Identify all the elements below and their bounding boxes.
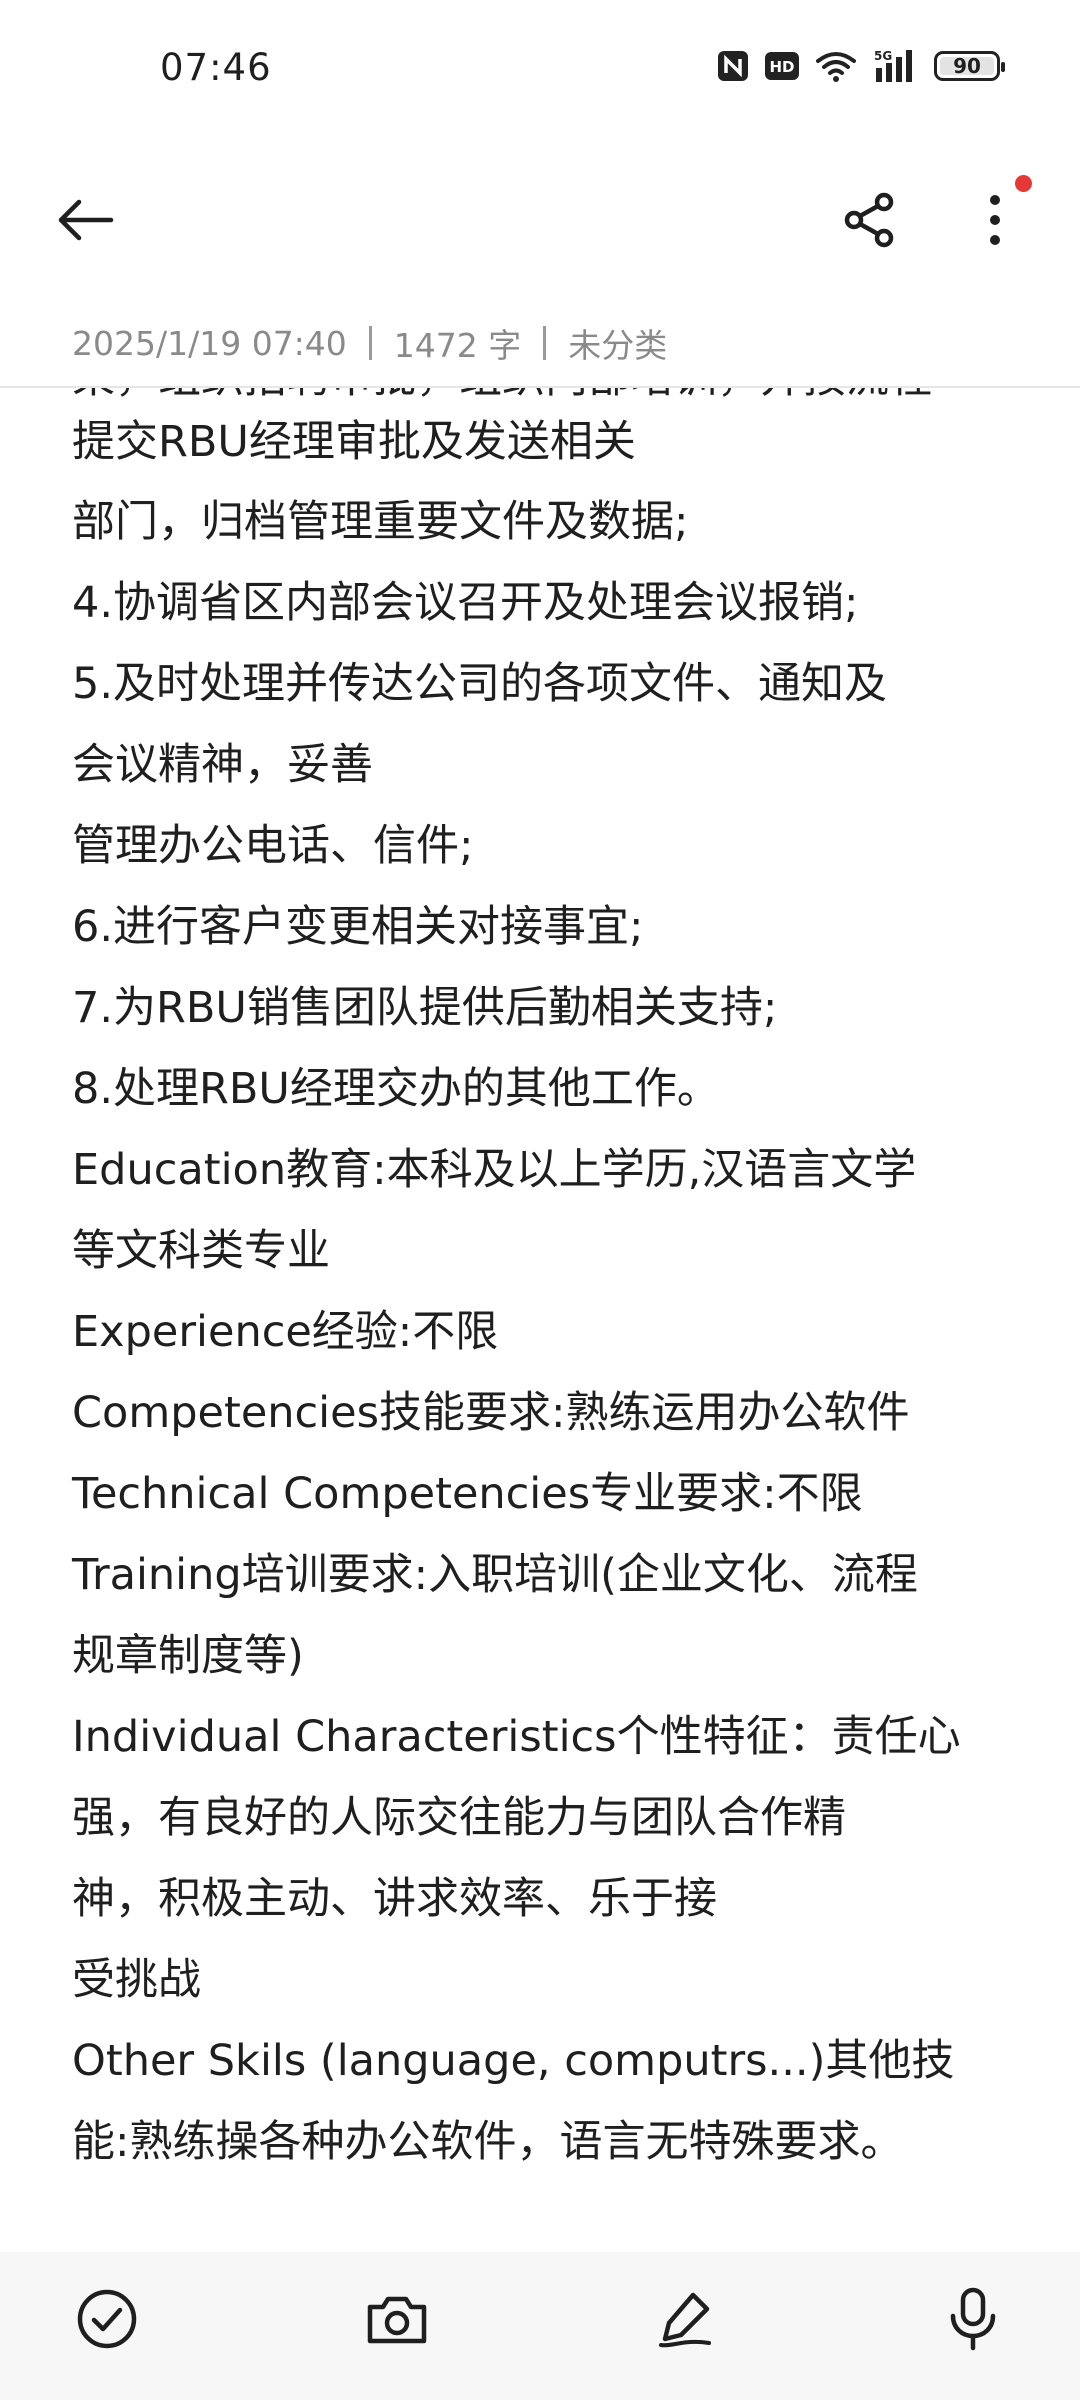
note-meta: 2025/1/19 07:40 1472 字 未分类	[72, 318, 667, 368]
note-line: 等文科类专业	[72, 1226, 330, 1276]
note-line: 能:熟练操各种办公软件，语言无特殊要求。	[72, 2117, 904, 2167]
pen-icon	[659, 2292, 711, 2348]
arrow-left-icon	[58, 199, 114, 241]
back-button[interactable]	[40, 175, 130, 265]
note-date: 2025/1/19 07:40	[72, 323, 347, 363]
battery-level-text: 90	[953, 54, 981, 78]
camera-button[interactable]	[342, 2264, 452, 2374]
hd-icon: HD	[764, 51, 800, 81]
status-icons: HD 5G 90	[716, 48, 1005, 84]
note-line: 管理办公电话、信件;	[72, 821, 474, 871]
note-line: 强，有良好的人际交往能力与团队合作精	[72, 1793, 846, 1843]
notification-dot	[1015, 175, 1032, 192]
note-line: 束，组织招聘审批，组织内部培训，并按流程	[72, 388, 932, 408]
note-body[interactable]: 束，组织招聘审批，组织内部培训，并按流程 提交RBU经理审批及发送相关 部门，归…	[0, 388, 1080, 2250]
meta-separator	[543, 326, 547, 360]
note-line: Training培训要求:入职培训(企业文化、流程	[72, 1550, 918, 1600]
bottom-action-bar	[0, 2252, 1080, 2400]
wifi-icon	[814, 49, 858, 83]
note-line: Competencies技能要求:熟练运用办公软件	[72, 1388, 910, 1438]
note-line: Other Skils (language, computrs...)其他技	[72, 2036, 955, 2086]
note-line: 8.处理RBU经理交办的其他工作。	[72, 1064, 720, 1114]
status-bar: 07:46 HD 5G 90	[0, 0, 1080, 140]
note-line: Individual Characteristics个性特征：责任心	[72, 1712, 961, 1762]
note-category[interactable]: 未分类	[568, 319, 667, 367]
battery-icon: 90	[934, 51, 1005, 81]
note-line: 神，积极主动、讲求效率、乐于接	[72, 1874, 717, 1924]
note-line: 受挑战	[72, 1955, 201, 2005]
note-line: Technical Competencies专业要求:不限	[72, 1469, 863, 1519]
share-icon	[844, 192, 894, 248]
meta-separator	[368, 326, 372, 360]
hd-label: HD	[769, 58, 794, 76]
camera-icon	[367, 2296, 427, 2344]
note-line: 4.协调省区内部会议召开及处理会议报销;	[72, 578, 859, 628]
microphone-icon	[950, 2287, 996, 2351]
handwriting-button[interactable]	[630, 2264, 740, 2374]
nfc-icon	[716, 49, 750, 83]
note-line: 7.为RBU销售团队提供后勤相关支持;	[72, 983, 778, 1033]
checklist-icon	[77, 2289, 137, 2349]
note-word-count: 1472 字	[393, 326, 522, 365]
note-line: 会议精神，妥善	[72, 740, 373, 790]
note-line: 提交RBU经理审批及发送相关	[72, 417, 636, 467]
note-line: 6.进行客户变更相关对接事宜;	[72, 902, 644, 952]
note-toolbar	[0, 160, 1080, 270]
note-line: 5.及时处理并传达公司的各项文件、通知及	[72, 659, 888, 709]
note-line: Education教育:本科及以上学历,汉语言文学	[72, 1145, 917, 1195]
share-button[interactable]	[825, 175, 915, 265]
cellular-signal-icon: 5G	[872, 48, 920, 84]
note-line: 部门，归档管理重要文件及数据;	[72, 497, 689, 547]
checklist-button[interactable]	[52, 2264, 162, 2374]
more-vert-icon	[990, 195, 1000, 245]
voice-input-button[interactable]	[918, 2264, 1028, 2374]
note-line: Experience经验:不限	[72, 1307, 499, 1357]
signal-label: 5G	[874, 49, 892, 63]
status-time: 07:46	[160, 46, 272, 89]
note-line: 规章制度等)	[72, 1631, 304, 1681]
